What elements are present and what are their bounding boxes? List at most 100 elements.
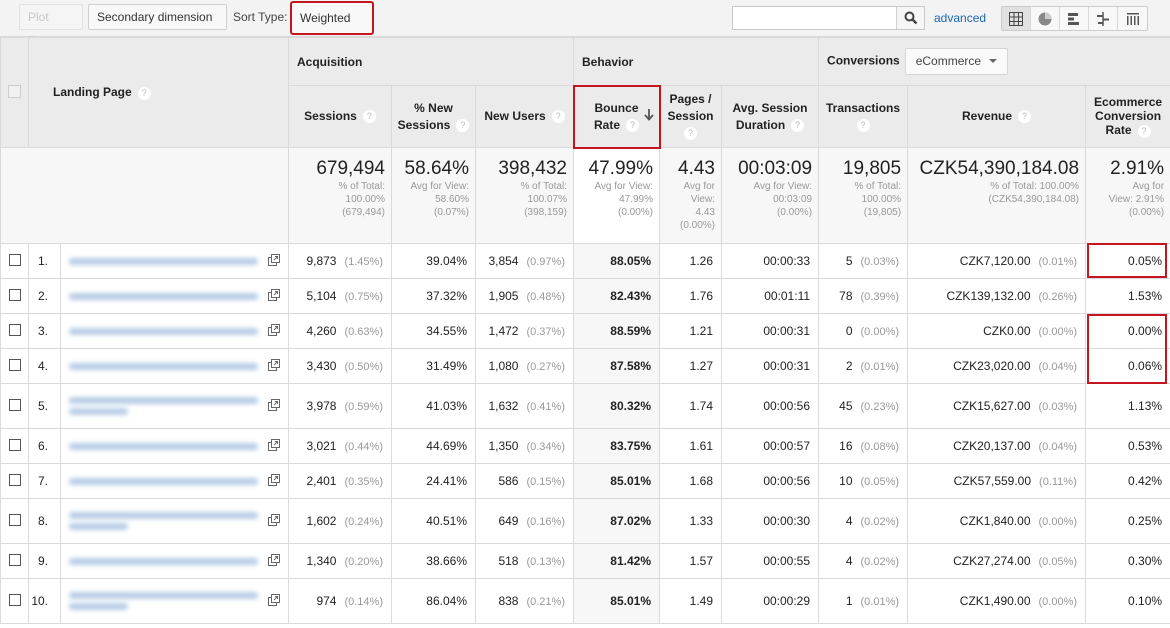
search-input[interactable]	[733, 7, 897, 29]
total-value: 2.91%	[1110, 158, 1165, 179]
help-icon[interactable]: ?	[856, 118, 870, 132]
select-all-checkbox[interactable]	[8, 84, 21, 98]
sort-descending-icon[interactable]	[644, 109, 654, 121]
performance-view-button[interactable]	[1060, 7, 1089, 30]
advanced-link[interactable]: advanced	[934, 11, 986, 25]
table-row[interactable]: 3. 4,260 (0.63%) 34.55% 1,472 (0.37%) 88.5…	[0, 313, 1170, 349]
landing-page-cell[interactable]	[60, 498, 289, 544]
row-checkbox[interactable]	[8, 253, 21, 266]
help-icon[interactable]: ?	[1137, 124, 1151, 138]
landing-page-cell[interactable]	[60, 313, 289, 349]
row-checkbox[interactable]	[8, 513, 21, 526]
open-in-new-icon[interactable]	[268, 594, 280, 606]
open-in-new-icon[interactable]	[268, 399, 280, 411]
landing-page-link-redacted[interactable]	[69, 397, 258, 404]
avg-session-duration-cell: 00:00:57	[720, 428, 820, 464]
open-in-new-icon[interactable]	[268, 474, 280, 486]
conversions-goal-dropdown[interactable]: eCommerce	[904, 48, 1009, 75]
pct-new-sessions-cell: 31.49%	[391, 348, 476, 384]
landing-page-cell[interactable]	[60, 348, 289, 384]
table-row[interactable]: 9. 1,340 (0.20%) 38.66% 518 (0.13%) 81.42%…	[0, 543, 1170, 579]
landing-page-header[interactable]: Landing Page?	[28, 37, 289, 148]
landing-page-cell[interactable]	[60, 428, 289, 464]
plot-rows-button[interactable]: Plot Rows	[19, 4, 83, 48]
table-row[interactable]: 4. 3,430 (0.50%) 31.49% 1,080 (0.27%) 87.5…	[0, 348, 1170, 384]
pages-session-header[interactable]: Pages / Session?	[659, 85, 722, 148]
row-checkbox[interactable]	[8, 593, 21, 606]
sessions-pct: (0.63%)	[344, 326, 383, 338]
landing-page-link-redacted[interactable]	[69, 442, 258, 450]
open-in-new-icon[interactable]	[268, 254, 280, 266]
new-users-cell: 586 (0.15%)	[475, 463, 574, 499]
landing-page-link-redacted-line2[interactable]	[69, 523, 128, 530]
new-users-value: 1,632	[488, 399, 519, 413]
help-icon[interactable]: ?	[791, 118, 805, 132]
landing-page-link-redacted[interactable]	[69, 362, 258, 370]
sessions-header[interactable]: Sessions?	[288, 85, 392, 148]
table-row[interactable]: 7. 2,401 (0.35%) 24.41% 586 (0.15%) 85.01%…	[0, 463, 1170, 499]
table-view-button[interactable]	[1002, 7, 1031, 30]
landing-page-cell[interactable]	[60, 543, 289, 579]
revenue-value: CZK27,274.00	[953, 554, 1031, 568]
open-in-new-icon[interactable]	[268, 324, 280, 336]
help-icon[interactable]: ?	[1018, 110, 1032, 124]
pivot-view-button[interactable]	[1118, 7, 1147, 30]
table-row[interactable]: 5. 3,978 (0.59%) 41.03% 1,632 (0.41%) 80.3…	[0, 383, 1170, 429]
table-row[interactable]: 10. 974 (0.14%) 86.04% 838 (0.21%) 85.01% …	[0, 578, 1170, 624]
transactions-header[interactable]: Transactions?	[818, 85, 909, 148]
row-checkbox[interactable]	[8, 553, 21, 566]
revenue-cell: CZK23,020.00 (0.04%)	[907, 348, 1087, 384]
help-icon[interactable]: ?	[551, 110, 565, 124]
help-icon[interactable]: ?	[137, 86, 151, 100]
landing-page-link-redacted-line2[interactable]	[69, 408, 128, 415]
row-checkbox[interactable]	[8, 438, 21, 451]
table-row[interactable]: 6. 3,021 (0.44%) 44.69% 1,350 (0.34%) 83.7…	[0, 428, 1170, 464]
landing-page-link-redacted[interactable]	[69, 592, 258, 599]
row-checkbox[interactable]	[8, 473, 21, 486]
landing-page-link-redacted[interactable]	[69, 477, 258, 485]
table-row[interactable]: 8. 1,602 (0.24%) 40.51% 649 (0.16%) 87.02%…	[0, 498, 1170, 544]
open-in-new-icon[interactable]	[268, 359, 280, 371]
help-icon[interactable]: ?	[626, 118, 639, 132]
open-in-new-icon[interactable]	[268, 514, 280, 526]
open-in-new-icon[interactable]	[268, 289, 280, 301]
bounce-rate-header[interactable]: Bounce Rate?	[572, 84, 661, 149]
revenue-pct: (0.00%)	[1038, 326, 1078, 338]
avg-session-duration-cell: 00:00:31	[720, 348, 820, 384]
pct-new-sessions-header[interactable]: % New Sessions?	[391, 85, 476, 148]
landing-page-cell[interactable]	[60, 578, 289, 624]
landing-page-cell[interactable]	[60, 243, 289, 279]
sort-type-dropdown[interactable]: Weighted	[290, 1, 374, 50]
table-row[interactable]: 1. 9,873 (1.45%) 39.04% 3,854 (0.97%) 88.0…	[0, 243, 1170, 279]
help-icon[interactable]: ?	[456, 118, 470, 132]
landing-page-cell[interactable]	[60, 463, 289, 499]
ecommerce-conversion-rate-header[interactable]: Ecommerce Conversion Rate?	[1085, 85, 1170, 148]
help-icon[interactable]: ?	[362, 110, 376, 124]
revenue-header[interactable]: Revenue?	[907, 85, 1087, 148]
new-users-pct: (0.41%)	[526, 401, 565, 413]
avg-session-duration-header[interactable]: Avg. Session Duration?	[720, 85, 820, 148]
row-checkbox[interactable]	[8, 398, 21, 411]
comparison-view-button[interactable]	[1089, 7, 1118, 30]
landing-page-cell[interactable]	[60, 383, 289, 429]
behavior-group-header: Behavior	[572, 37, 820, 86]
open-in-new-icon[interactable]	[268, 439, 280, 451]
help-icon[interactable]: ?	[684, 127, 697, 141]
row-checkbox[interactable]	[8, 288, 21, 301]
landing-page-link-redacted[interactable]	[69, 257, 258, 265]
row-checkbox[interactable]	[8, 358, 21, 371]
open-in-new-icon[interactable]	[268, 554, 280, 566]
landing-page-link-redacted-line2[interactable]	[69, 603, 128, 610]
avg-session-duration-cell: 00:00:56	[720, 463, 820, 499]
landing-page-link-redacted[interactable]	[69, 292, 258, 300]
landing-page-link-redacted[interactable]	[69, 557, 258, 565]
landing-page-cell[interactable]	[60, 278, 289, 314]
search-button[interactable]	[896, 7, 924, 29]
secondary-dimension-dropdown[interactable]: Secondary dimension	[88, 4, 227, 43]
new-users-header[interactable]: New Users?	[475, 85, 574, 148]
pie-view-button[interactable]	[1031, 7, 1060, 30]
row-checkbox[interactable]	[8, 323, 21, 336]
table-row[interactable]: 2. 5,104 (0.75%) 37.32% 1,905 (0.48%) 82.4…	[0, 278, 1170, 314]
landing-page-link-redacted[interactable]	[69, 327, 258, 335]
landing-page-link-redacted[interactable]	[69, 512, 258, 519]
